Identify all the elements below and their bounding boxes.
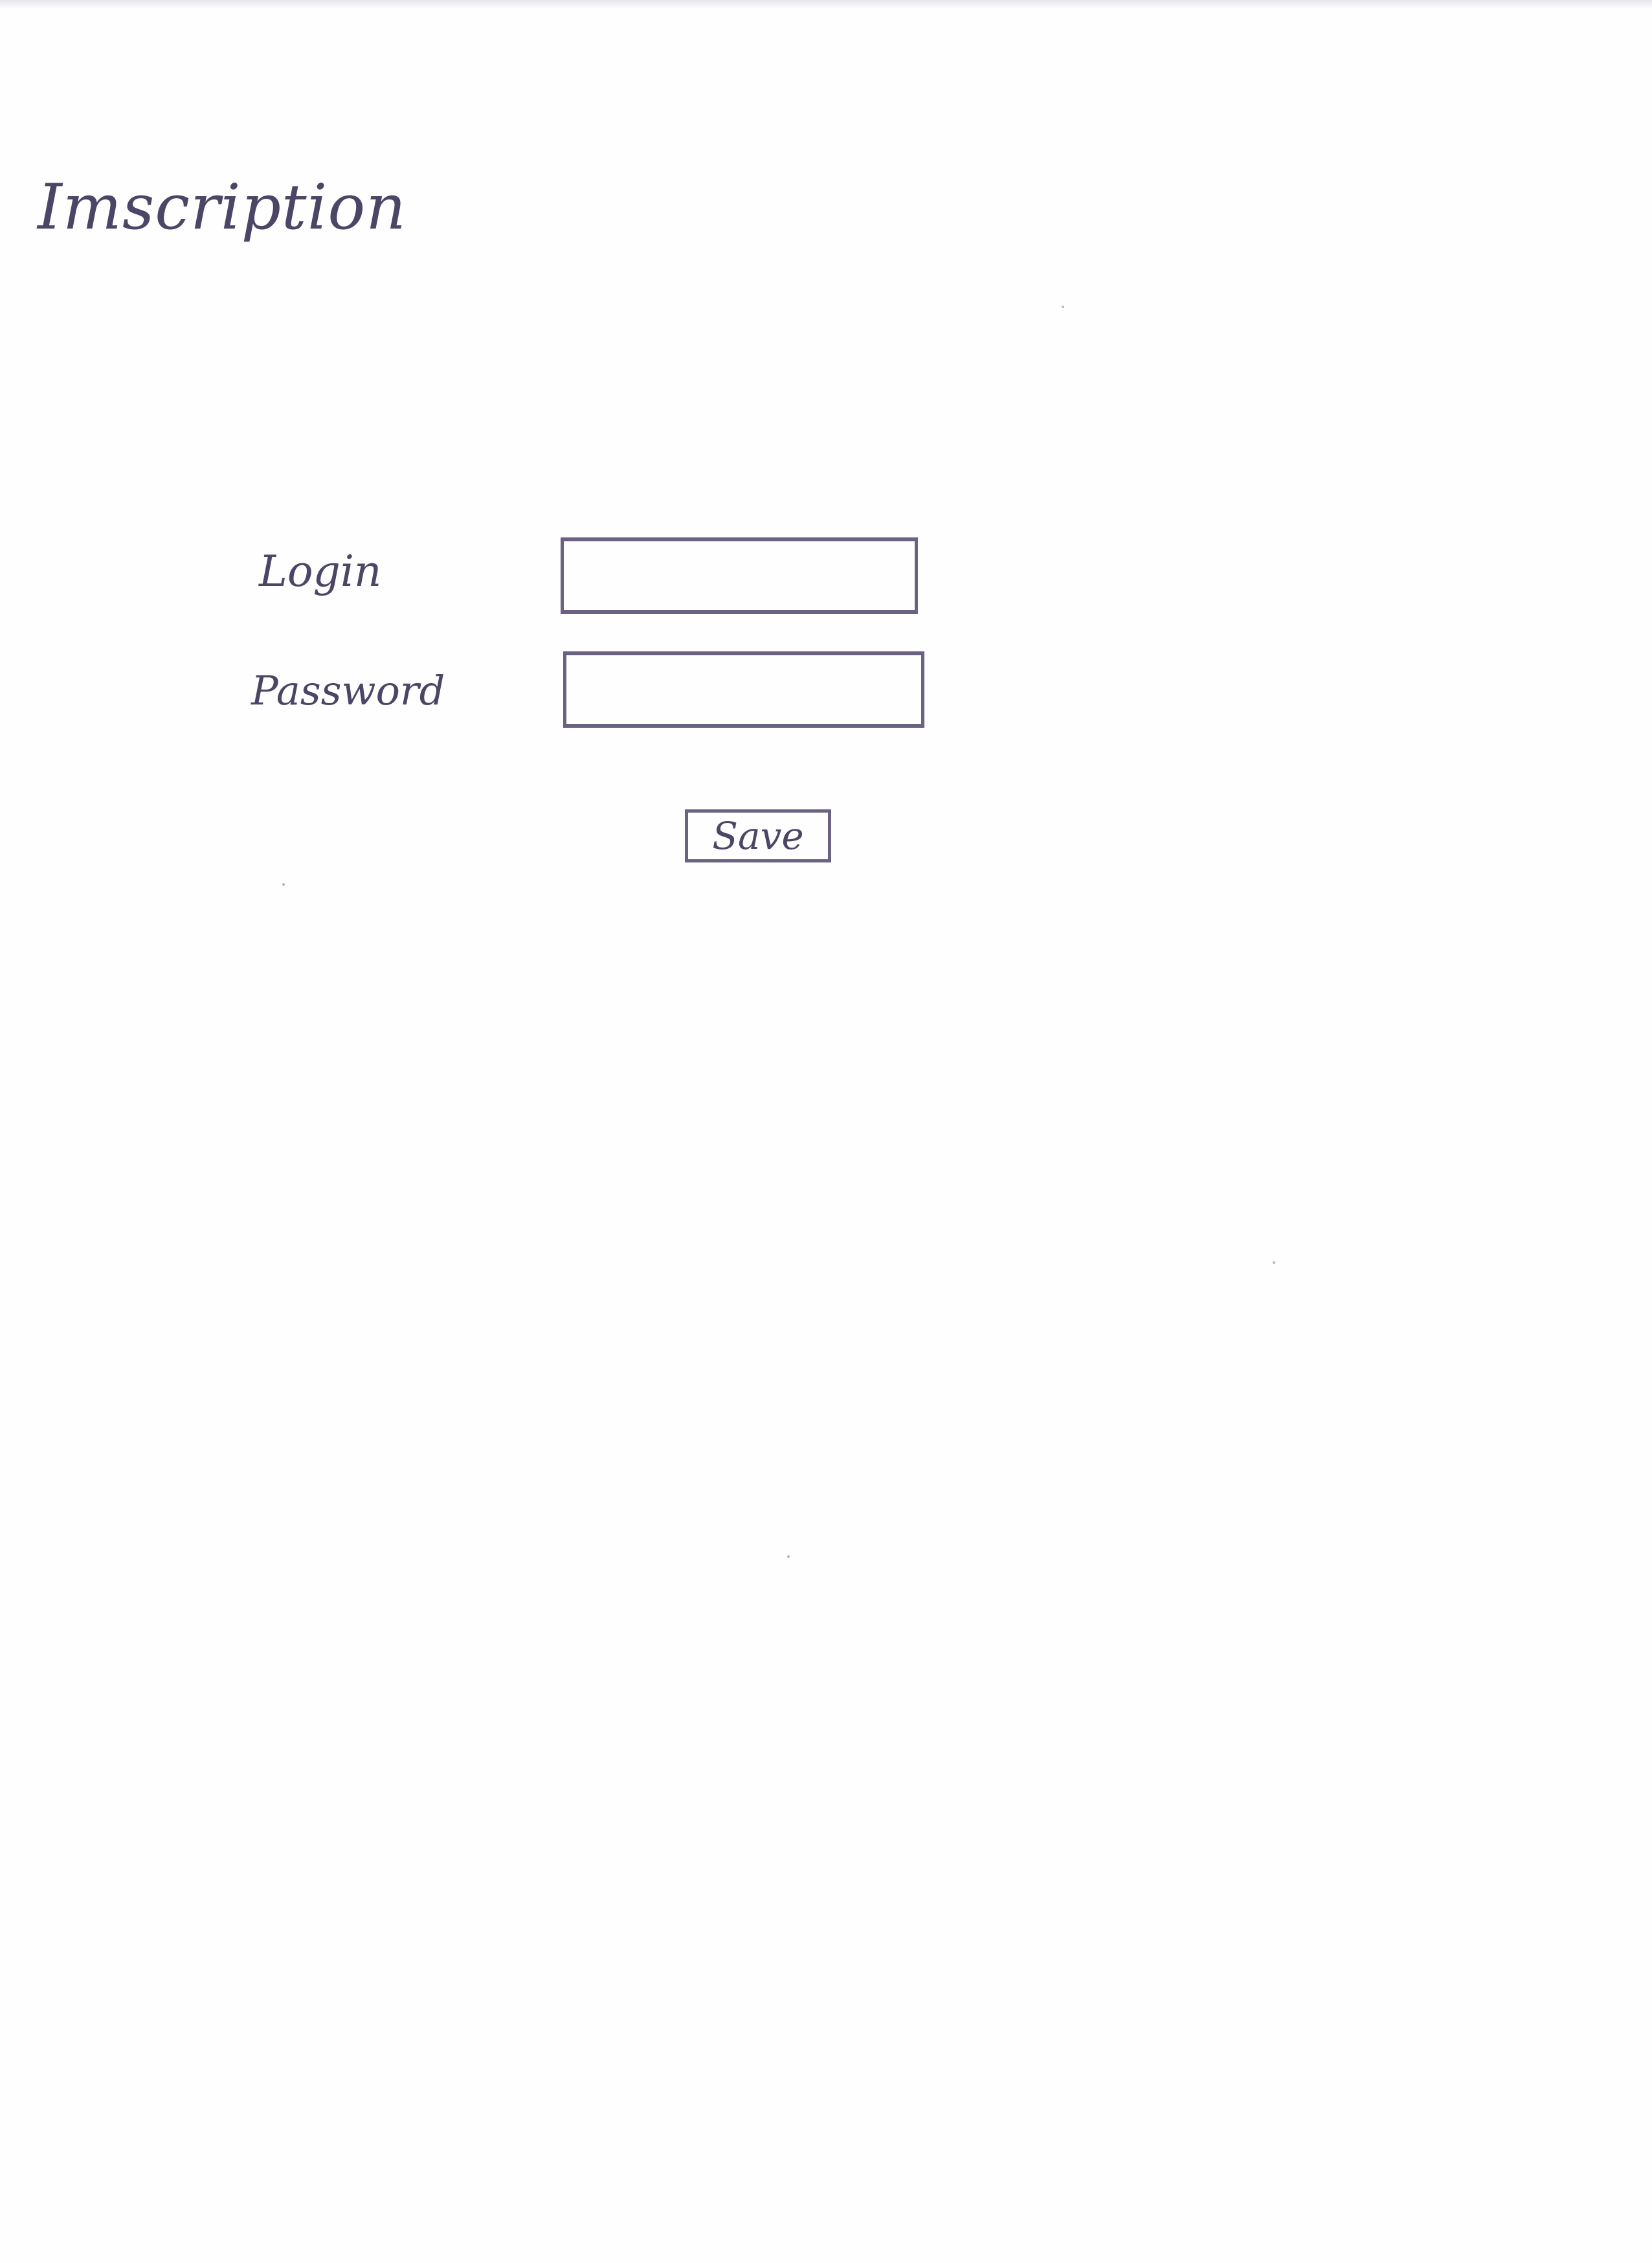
page-title: Imscription [38, 171, 407, 243]
login-input[interactable] [561, 537, 918, 614]
paper-speck [1062, 306, 1064, 308]
password-input[interactable] [563, 651, 924, 728]
save-button[interactable]: Save [685, 809, 831, 862]
login-label: Login [259, 546, 382, 596]
password-label: Password [251, 667, 445, 714]
paper-speck [282, 883, 285, 886]
paper-edge [0, 0, 1652, 9]
paper-speck [1273, 1261, 1275, 1264]
paper-speck [787, 1555, 790, 1558]
